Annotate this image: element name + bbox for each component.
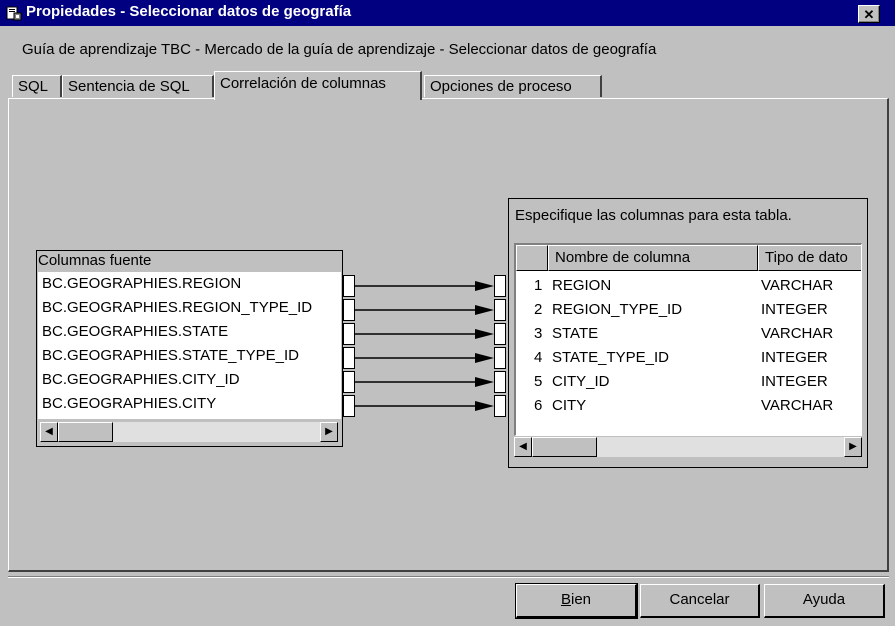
column-name-header[interactable]: Nombre de columna: [548, 245, 758, 271]
target-port[interactable]: [494, 371, 506, 393]
column-type-cell[interactable]: VARCHAR: [761, 394, 833, 418]
column-type-cell[interactable]: VARCHAR: [761, 322, 833, 346]
source-port[interactable]: [343, 299, 355, 321]
tab-sql[interactable]: SQL: [12, 75, 62, 97]
arrow-connector: [355, 281, 494, 291]
source-column-item[interactable]: BC.GEOGRAPHIES.REGION_TYPE_ID: [42, 296, 312, 320]
source-columns-header: Columnas fuente: [38, 252, 152, 269]
source-port[interactable]: [343, 323, 355, 345]
source-column-item[interactable]: BC.GEOGRAPHIES.STATE: [42, 320, 228, 344]
tab-correlacion-columnas[interactable]: Correlación de columnas: [214, 71, 422, 100]
target-port[interactable]: [494, 347, 506, 369]
close-icon[interactable]: ✕: [858, 5, 880, 23]
tab-opciones-proceso[interactable]: Opciones de proceso: [424, 75, 602, 97]
row-number: 1: [534, 277, 543, 294]
ok-button[interactable]: Bien: [515, 583, 638, 619]
target-port[interactable]: [494, 395, 506, 417]
target-hscrollbar[interactable]: ◀ ▶: [514, 437, 862, 457]
arrow-connector: [355, 401, 494, 411]
source-column-item[interactable]: BC.GEOGRAPHIES.CITY_ID: [42, 368, 240, 392]
arrow-connector: [355, 305, 494, 315]
scroll-thumb[interactable]: [532, 437, 597, 457]
row-number: 5: [534, 373, 543, 390]
source-port[interactable]: [343, 395, 355, 417]
target-port[interactable]: [494, 323, 506, 345]
column-type-cell[interactable]: INTEGER: [761, 298, 828, 322]
column-type-cell[interactable]: VARCHAR: [761, 274, 833, 298]
source-columns-list[interactable]: BC.GEOGRAPHIES.REGION BC.GEOGRAPHIES.REG…: [38, 272, 341, 419]
page-subtitle: Guía de aprendizaje TBC - Mercado de la …: [22, 41, 657, 58]
arrow-connector: [355, 377, 494, 387]
target-columns-grid[interactable]: Nombre de columna Tipo de dato 1 REGION …: [514, 243, 862, 436]
scroll-left-icon[interactable]: ◀: [40, 422, 58, 442]
cancel-button[interactable]: Cancelar: [640, 584, 760, 618]
title-bar[interactable]: Propiedades - Seleccionar datos de geogr…: [0, 0, 895, 26]
source-column-item[interactable]: BC.GEOGRAPHIES.CITY: [42, 392, 216, 416]
source-column-item[interactable]: BC.GEOGRAPHIES.REGION: [42, 272, 241, 296]
mapping-connectors: [355, 281, 494, 411]
separator: [8, 576, 889, 578]
source-column-item[interactable]: BC.GEOGRAPHIES.STATE_TYPE_ID: [42, 344, 299, 368]
target-columns-header: Especifique las columnas para esta tabla…: [515, 207, 792, 224]
target-port[interactable]: [494, 299, 506, 321]
scroll-thumb[interactable]: [58, 422, 113, 442]
scroll-right-icon[interactable]: ▶: [320, 422, 338, 442]
scroll-left-icon[interactable]: ◀: [514, 437, 532, 457]
arrow-connector: [355, 329, 494, 339]
row-number: 3: [534, 325, 543, 342]
column-name-cell[interactable]: STATE: [552, 322, 598, 346]
source-port[interactable]: [343, 275, 355, 297]
column-type-cell[interactable]: INTEGER: [761, 346, 828, 370]
column-name-cell[interactable]: REGION: [552, 274, 611, 298]
arrow-connector: [355, 353, 494, 363]
row-number: 6: [534, 397, 543, 414]
source-port[interactable]: [343, 371, 355, 393]
column-name-cell[interactable]: REGION_TYPE_ID: [552, 298, 682, 322]
column-name-cell[interactable]: CITY: [552, 394, 586, 418]
row-number: 2: [534, 301, 543, 318]
source-hscrollbar[interactable]: ◀ ▶: [40, 422, 338, 442]
window-title: Propiedades - Seleccionar datos de geogr…: [26, 3, 352, 20]
column-name-cell[interactable]: STATE_TYPE_ID: [552, 346, 669, 370]
tab-sentencia-sql[interactable]: Sentencia de SQL: [62, 75, 214, 97]
column-type-cell[interactable]: INTEGER: [761, 370, 828, 394]
row-number-header: [516, 245, 548, 271]
scroll-right-icon[interactable]: ▶: [844, 437, 862, 457]
ok-button-label: Bien: [560, 591, 592, 608]
column-name-cell[interactable]: CITY_ID: [552, 370, 610, 394]
help-button[interactable]: Ayuda: [764, 584, 885, 618]
target-port[interactable]: [494, 275, 506, 297]
app-icon: [6, 6, 22, 21]
column-type-header[interactable]: Tipo de dato: [758, 245, 861, 271]
source-port[interactable]: [343, 347, 355, 369]
row-number: 4: [534, 349, 543, 366]
